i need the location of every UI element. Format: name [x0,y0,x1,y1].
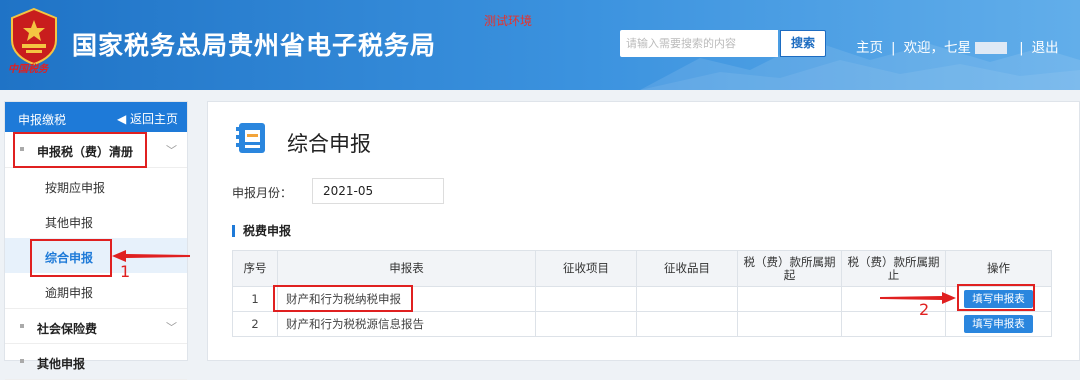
sidebar-item-other[interactable]: 其他申报 [5,203,187,238]
empty-cell [737,286,842,312]
column-header: 操作 [945,250,1052,287]
column-header: 税（费）款所属期起 [737,250,842,287]
fill-form-button[interactable]: 填写申报表 [964,315,1033,333]
chevron-down-icon: ﹀ [166,144,177,157]
back-home-label: 返回主页 [130,112,179,126]
sidebar-item-label: 其他申报 [45,216,94,230]
column-header: 征收品目 [636,250,738,287]
empty-cell [737,311,842,337]
column-header: 序号 [232,250,278,287]
sidebar-group-other-declaration[interactable]: 其他申报 [5,344,187,380]
sidebar-item-overdue[interactable]: 逾期申报 [5,273,187,308]
chevron-down-icon: ﹀ [166,321,177,334]
empty-cell [535,286,637,312]
column-header: 征收项目 [535,250,637,287]
annotation-box-form [273,285,413,312]
back-home-link[interactable]: ◀ 返回主页 [117,110,178,127]
nav-logout-link[interactable]: 退出 [1032,36,1059,56]
sidebar-group-social-insurance[interactable]: 社会保险费 ﹀ [5,308,187,344]
sidebar-item-label: 按期应申报 [45,181,106,195]
column-header: 申报表 [277,250,536,287]
top-header: 中国税务 国家税务总局贵州省电子税务局 测试环境 请输入需要搜索的内容 搜索 主… [0,0,1080,90]
emblem-script-text: 中国税务 [8,64,48,75]
search-button[interactable]: 搜索 [780,30,826,57]
bullet-icon [20,359,24,363]
site-title: 国家税务总局贵州省电子税务局 [72,31,437,60]
sidebar-item-periodic[interactable]: 按期应申报 [5,168,187,203]
search-input[interactable]: 请输入需要搜索的内容 [620,30,778,57]
declaration-month-field[interactable]: 2021-05 [312,178,444,204]
empty-cell [636,286,738,312]
top-nav: 主页 | 欢迎，七星 | 退出 [856,36,1059,56]
sidebar-item-label: 逾期申报 [45,286,94,300]
empty-cell [535,311,637,337]
nav-home-link[interactable]: 主页 [856,36,883,56]
sidebar-title: 申报缴税 [18,113,67,127]
test-env-label: 测试环境 [484,14,533,28]
section-title: 税费申报 [232,225,291,237]
row-number: 2 [232,311,278,337]
annotation-number-2: 2 [919,300,930,319]
declaration-month-label: 申报月份： [232,186,293,200]
annotation-box-group [13,132,147,168]
column-header: 税（费）款所属期止 [841,250,946,287]
nav-separator: | [1019,40,1024,56]
nav-separator: | [891,40,896,56]
sidebar-group-label: 其他申报 [37,357,86,371]
back-arrow-icon: ◀ [117,112,131,126]
empty-cell [841,311,946,337]
report-icon [234,121,268,155]
annotation-box-button [957,284,1035,311]
form-name: 财产和行为税税源信息报告 [277,311,536,337]
annotation-arrow-icon [880,292,956,304]
sidebar-group-label: 社会保险费 [37,322,98,336]
empty-cell [636,311,738,337]
sidebar-header: 申报缴税 ◀ 返回主页 [5,102,187,132]
annotation-number-1: 1 [120,262,131,281]
nav-welcome-text: 欢迎，七星 [903,40,972,56]
main-panel: 综合申报 申报月份： 2021-05 税费申报 序号 申报表 征收项目 征收品目… [207,101,1080,361]
redacted-username [975,42,1008,54]
table-header-row: 序号 申报表 征收项目 征收品目 税（费）款所属期起 税（费）款所属期止 操作 [232,250,1052,287]
page-title: 综合申报 [287,132,371,156]
annotation-box-item [30,239,112,277]
bullet-icon [20,324,24,328]
row-number: 1 [232,286,278,312]
action-cell: 填写申报表 [945,311,1052,337]
